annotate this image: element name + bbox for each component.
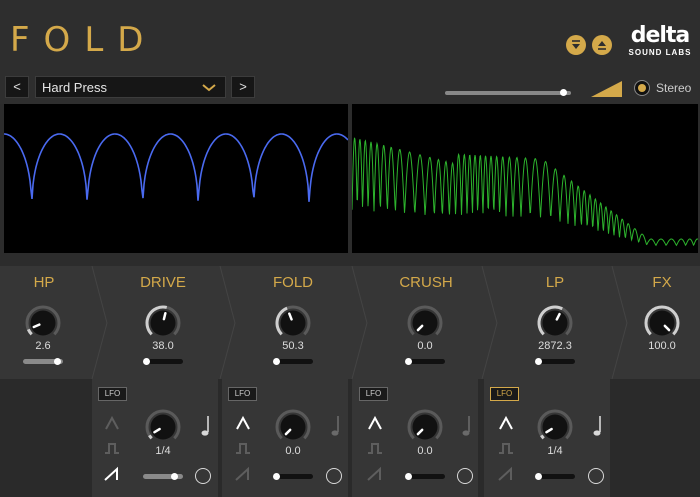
knob-body <box>150 310 176 336</box>
volume-ramp-icon <box>591 81 622 97</box>
slider-thumb[interactable] <box>405 473 412 480</box>
knob-body <box>542 414 568 440</box>
knob-body <box>649 310 675 336</box>
lfo-rate-value-drive: 1/4 <box>155 445 171 457</box>
quarter-note-icon[interactable] <box>198 414 212 438</box>
lfo-saw-icon[interactable] <box>234 466 252 482</box>
lfo-square-icon[interactable] <box>103 440 121 456</box>
header: FOLD delta SOUND LABS < Hard Press > Ste… <box>0 0 700 104</box>
quarter-note-icon[interactable] <box>459 414 473 438</box>
lfo-rate-knob-fold[interactable] <box>273 407 313 447</box>
quarter-note-icon[interactable] <box>328 414 342 438</box>
section-title-fx: FX <box>652 274 672 291</box>
lfo-toggle-lp[interactable]: LFO <box>490 387 519 401</box>
slider-thumb[interactable] <box>273 473 280 480</box>
lfo-triangle-icon[interactable] <box>497 415 515 431</box>
lfo-square-icon[interactable] <box>497 440 515 456</box>
section-title-lp: LP <box>545 274 565 291</box>
lfo-toggle-drive[interactable]: LFO <box>98 387 127 401</box>
lfo-triangle-icon[interactable] <box>103 415 121 431</box>
lfo-toggle-fold[interactable]: LFO <box>228 387 257 401</box>
lfo-square-icon[interactable] <box>234 440 252 456</box>
slider-thumb[interactable] <box>405 358 412 365</box>
crush-knob[interactable] <box>405 303 445 343</box>
logo-wordmark: delta <box>630 23 691 48</box>
slider-thumb[interactable] <box>273 358 280 365</box>
lfo-retrigger-button-fold[interactable] <box>326 468 342 484</box>
lfo-toggle-crush[interactable]: LFO <box>359 387 388 401</box>
stereo-toggle[interactable] <box>634 80 650 96</box>
lfo-rate-knob-drive[interactable] <box>143 407 183 447</box>
crush-value: 0.0 <box>417 340 433 352</box>
section-title-drive: DRIVE <box>140 274 186 291</box>
preset-prev-button[interactable]: < <box>5 76 29 98</box>
lfo-rate-value-lp: 1/4 <box>547 445 563 457</box>
lfo-retrigger-button-crush[interactable] <box>457 468 473 484</box>
preset-dropdown[interactable]: Hard Press <box>35 76 226 98</box>
lfo-saw-icon[interactable] <box>366 466 384 482</box>
lfo-rate-knob-crush[interactable] <box>405 407 445 447</box>
lfo-saw-icon[interactable] <box>103 466 121 482</box>
lfo-rate-value-fold: 0.0 <box>285 445 301 457</box>
fx-knob[interactable] <box>642 303 682 343</box>
drive-value: 38.0 <box>152 340 174 352</box>
lfo-square-icon[interactable] <box>366 440 384 456</box>
quarter-note-icon[interactable] <box>590 414 604 438</box>
output-level-slider[interactable] <box>445 91 571 95</box>
section-title-crush: CRUSH <box>399 274 453 291</box>
knob-body <box>412 310 438 336</box>
knob-value-arc <box>540 434 545 440</box>
fold-value: 50.3 <box>282 340 304 352</box>
preset-next-button[interactable]: > <box>231 76 255 98</box>
spectrum-line <box>351 137 699 247</box>
knob-body <box>542 310 568 336</box>
lfo-rate-knob-lp[interactable] <box>535 407 575 447</box>
slider-thumb[interactable] <box>171 473 179 480</box>
waveform-trace <box>4 133 349 202</box>
hp-value: 2.6 <box>35 340 51 352</box>
knob-body <box>30 310 56 336</box>
knob-value-arc <box>26 328 33 336</box>
slider-thumb[interactable] <box>143 358 150 365</box>
preset-name: Hard Press <box>42 80 108 95</box>
knob-body <box>150 414 176 440</box>
slider-thumb[interactable] <box>535 358 542 365</box>
lfo-triangle-icon[interactable] <box>234 415 252 431</box>
chevron-down-icon <box>202 84 216 92</box>
brand-logo: delta SOUND LABS <box>626 23 694 58</box>
fold-knob[interactable] <box>273 303 313 343</box>
lfo-rate-value-crush: 0.0 <box>417 445 433 457</box>
lp-knob[interactable] <box>535 303 575 343</box>
preset-upload-button[interactable] <box>592 35 612 55</box>
knob-body <box>412 414 438 440</box>
spectrum-display <box>351 104 699 253</box>
knob-body <box>280 414 306 440</box>
hp-knob[interactable] <box>23 303 63 343</box>
stereo-label: Stereo <box>656 81 692 95</box>
section-title-fold: FOLD <box>272 274 313 291</box>
knob-pointer <box>162 312 167 321</box>
app-title: FOLD <box>10 20 158 60</box>
lfo-retrigger-button-drive[interactable] <box>195 468 211 484</box>
section-title-hp: HP <box>33 274 55 291</box>
waveform-line <box>4 133 349 202</box>
knob-value-arc <box>148 434 153 440</box>
waveform-display <box>4 104 349 253</box>
lfo-saw-icon[interactable] <box>497 466 515 482</box>
slider-thumb[interactable] <box>535 473 542 480</box>
lfo-retrigger-button-lp[interactable] <box>588 468 604 484</box>
logo-subtitle: SOUND LABS <box>628 48 692 57</box>
arrow-down-icon <box>572 40 580 49</box>
eject-icon <box>598 41 606 50</box>
lfo-triangle-icon[interactable] <box>366 415 384 431</box>
knob-body <box>280 310 306 336</box>
spectrum-trace <box>351 137 699 247</box>
drive-knob[interactable] <box>143 303 183 343</box>
preset-download-button[interactable] <box>566 35 586 55</box>
lp-value: 2872.3 <box>538 340 572 352</box>
fx-value: 100.0 <box>648 340 676 352</box>
